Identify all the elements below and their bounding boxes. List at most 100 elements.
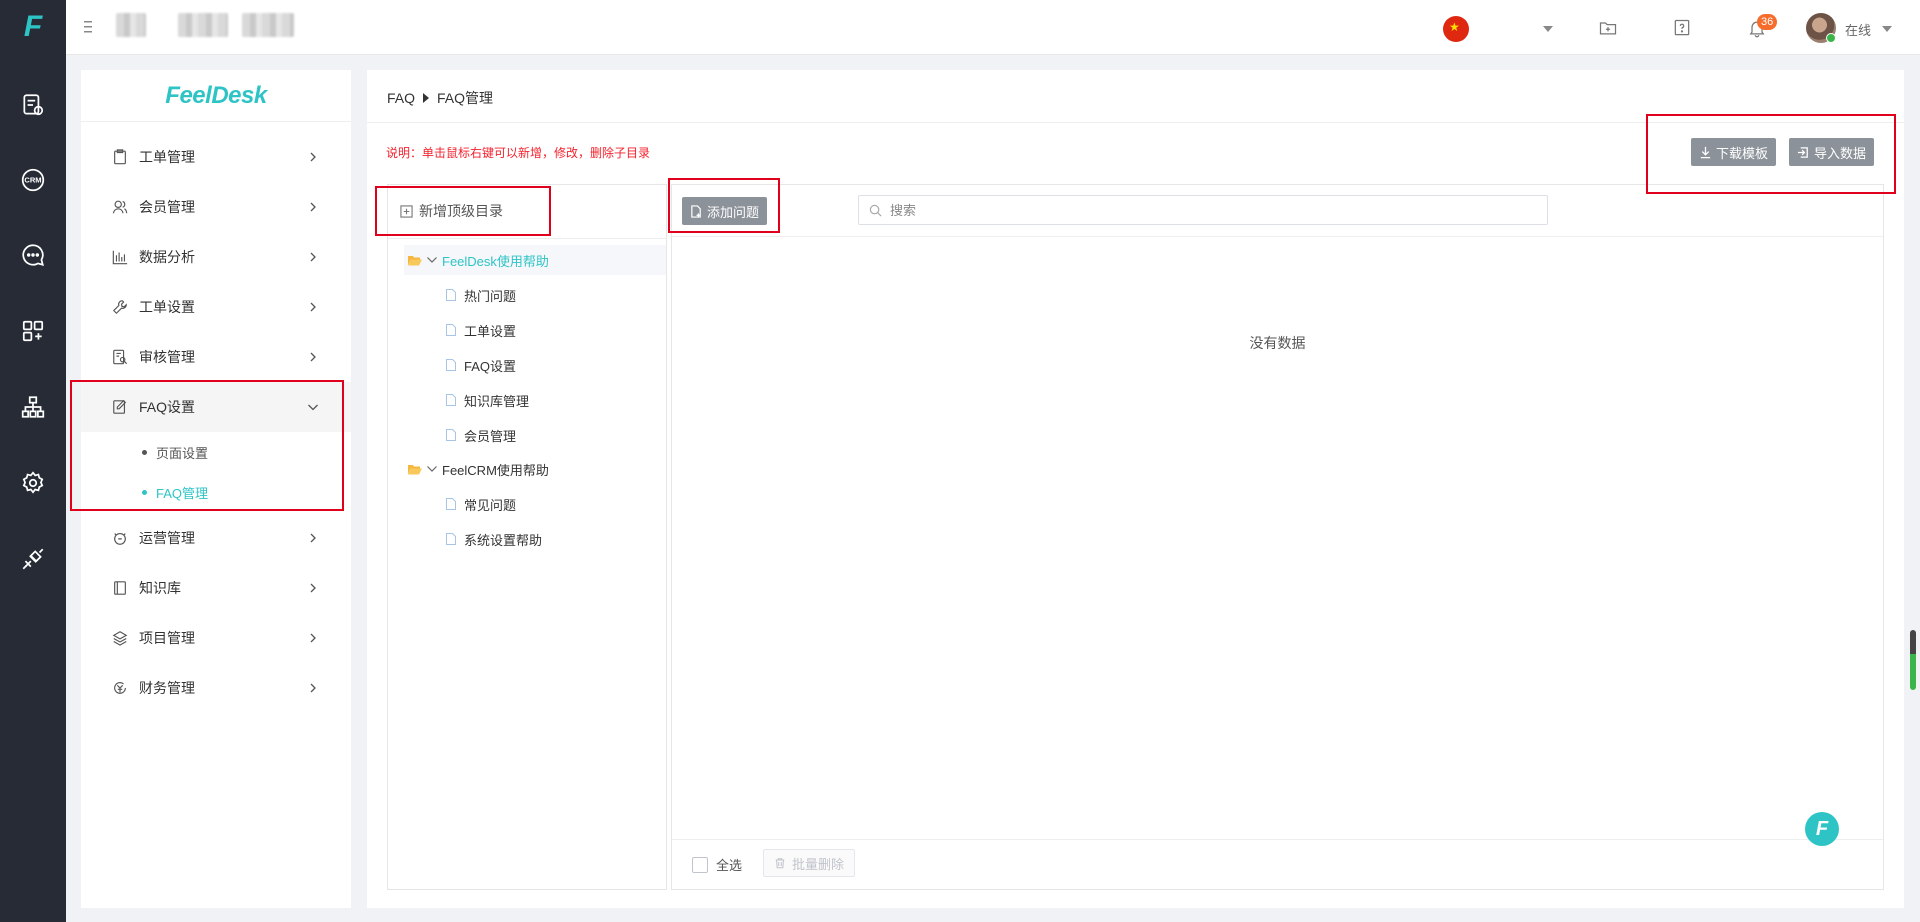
menu-item-label: 工单设置	[139, 299, 195, 315]
folder-add-icon[interactable]	[1596, 16, 1620, 40]
wrench-icon	[111, 298, 129, 316]
file-icon	[446, 394, 456, 406]
user-menu-caret-icon[interactable]	[1882, 26, 1892, 32]
add-document-icon	[691, 204, 701, 218]
menu-item-label: 知识库	[139, 580, 181, 596]
tree-node-label: 知识库管理	[464, 393, 530, 409]
bullet-dot	[142, 449, 147, 455]
chevron-down-icon	[308, 404, 318, 411]
layers-icon	[111, 629, 129, 647]
tree-node-feelcrm-help[interactable]: FeelCRM使用帮助	[408, 454, 549, 484]
redacted-block	[242, 13, 294, 37]
chevron-right-icon	[310, 583, 316, 593]
org-chart-icon[interactable]	[18, 392, 48, 422]
apps-icon[interactable]	[18, 316, 48, 346]
tree-node-label: 系统设置帮助	[464, 532, 543, 548]
menu-item-faq-settings[interactable]: FAQ设置	[81, 382, 351, 432]
add-top-directory-button[interactable]: 新增顶级目录	[400, 201, 503, 221]
tree-leaf-knowledge-base[interactable]: 知识库管理	[446, 385, 529, 415]
chevron-down-icon[interactable]	[426, 254, 438, 266]
menu-item-finance-management[interactable]: 财务管理	[81, 663, 351, 713]
redacted-block	[178, 13, 228, 37]
notification-badge: 36	[1757, 14, 1778, 30]
menu-item-label: 项目管理	[139, 630, 195, 646]
add-question-label: 添加问题	[707, 204, 760, 220]
ticket-settings-icon[interactable]	[18, 90, 48, 120]
floating-help-button[interactable]: F	[1805, 812, 1839, 846]
chevron-right-icon	[310, 533, 316, 543]
breadcrumb-item[interactable]: FAQ	[387, 90, 415, 106]
select-all-label: 全选	[716, 858, 743, 873]
file-icon	[446, 498, 456, 510]
chevron-down-icon[interactable]	[426, 463, 438, 475]
batch-delete-button[interactable]: 批量删除	[763, 849, 856, 877]
folder-open-icon	[408, 464, 422, 474]
menu-item-operations[interactable]: 运营管理	[81, 513, 351, 563]
menu-item-audit-management[interactable]: 审核管理	[81, 332, 351, 382]
menu-item-ticket-settings[interactable]: 工单设置	[81, 282, 351, 332]
file-icon	[446, 429, 456, 441]
user-status-text[interactable]: 在线	[1845, 20, 1871, 39]
file-icon	[446, 324, 456, 336]
tree-leaf-faq-settings[interactable]: FAQ设置	[446, 350, 516, 380]
chevron-right-icon	[310, 633, 316, 643]
icon-rail: F CRM	[0, 0, 66, 922]
submenu-item-page-settings[interactable]: 页面设置	[81, 432, 351, 472]
tree-leaf-member-management[interactable]: 会员管理	[446, 420, 516, 450]
download-template-button[interactable]: 下载模板	[1691, 138, 1777, 166]
crm-icon[interactable]: CRM	[18, 165, 48, 195]
menu-item-label: 运营管理	[139, 530, 195, 546]
menu-item-ticket-management[interactable]: 工单管理	[81, 132, 351, 182]
submenu-item-label: FAQ管理	[156, 485, 209, 501]
help-icon[interactable]	[1670, 16, 1694, 40]
search-input[interactable]	[890, 202, 1490, 218]
main-content: FAQ FAQ管理 说明：单击鼠标右键可以新增，修改，删除子目录 下载模板 导入…	[367, 70, 1904, 908]
menu-item-project-management[interactable]: 项目管理	[81, 613, 351, 663]
file-icon	[446, 289, 456, 301]
china-flag-icon[interactable]: ★	[1443, 16, 1469, 42]
file-icon	[446, 359, 456, 371]
menu-item-data-analysis[interactable]: 数据分析	[81, 232, 351, 282]
tree-node-feeldesk-help[interactable]: FeelDesk使用帮助	[404, 245, 666, 275]
divider	[367, 122, 1904, 123]
settings-icon[interactable]	[18, 468, 48, 498]
crm-label: CRM	[24, 176, 41, 185]
import-data-button[interactable]: 导入数据	[1789, 138, 1875, 166]
tree-node-label: 热门问题	[464, 288, 517, 304]
language-caret-icon[interactable]	[1543, 26, 1553, 32]
chevron-right-icon	[310, 352, 316, 362]
tree-leaf-system-settings-help[interactable]: 系统设置帮助	[446, 524, 542, 554]
checkbox-box[interactable]	[692, 856, 708, 873]
side-menu: FeelDesk 工单管理 会员管理 数据分析 工单设置 审核管理 FAQ设置 …	[81, 70, 351, 908]
tree-leaf-common-questions[interactable]: 常见问题	[446, 489, 516, 519]
tree-leaf-hot-questions[interactable]: 热门问题	[446, 280, 516, 310]
scrollbar-thumb[interactable]	[1910, 630, 1916, 690]
chat-icon[interactable]	[18, 240, 48, 270]
menu-item-member-management[interactable]: 会员管理	[81, 182, 351, 232]
menu-item-label: 工单管理	[139, 149, 195, 165]
submenu-item-label: 页面设置	[156, 445, 209, 461]
add-question-button[interactable]: 添加问题	[682, 197, 768, 225]
download-template-label: 下载模板	[1716, 145, 1769, 161]
search-field[interactable]	[858, 195, 1548, 225]
tree-node-label: FAQ设置	[464, 358, 517, 374]
empty-state-text: 没有数据	[1249, 335, 1306, 351]
tree-leaf-ticket-settings[interactable]: 工单设置	[446, 315, 516, 345]
menu-item-label: 审核管理	[139, 349, 195, 365]
menu-toggle-icon[interactable]	[84, 20, 96, 34]
divider	[672, 839, 1883, 840]
users-icon	[111, 198, 129, 216]
app-logo[interactable]: F	[16, 12, 50, 42]
batch-delete-label: 批量删除	[792, 856, 845, 872]
tree-node-label: 会员管理	[464, 428, 517, 444]
menu-item-knowledge-base[interactable]: 知识库	[81, 563, 351, 613]
divider	[672, 236, 1883, 237]
tree-node-label: 常见问题	[464, 497, 517, 513]
select-all-checkbox[interactable]: 全选	[692, 855, 742, 874]
plugin-icon[interactable]	[18, 544, 48, 574]
chevron-right-icon	[310, 252, 316, 262]
brand-logo[interactable]: FeelDesk	[81, 70, 351, 122]
tree-node-label: FeelCRM使用帮助	[442, 462, 549, 478]
submenu-item-faq-management[interactable]: FAQ管理	[81, 472, 351, 512]
search-icon	[869, 204, 882, 216]
